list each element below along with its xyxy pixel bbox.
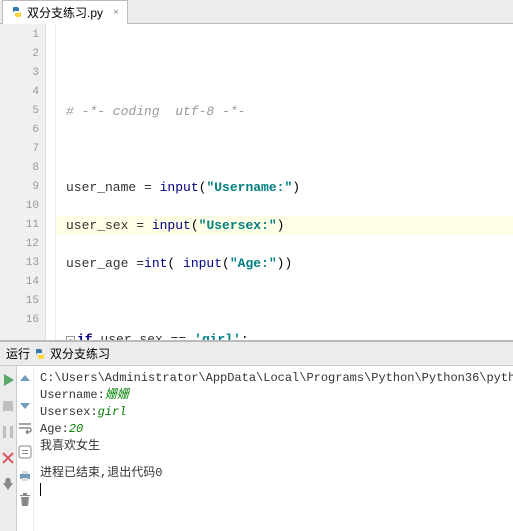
pin-icon[interactable] [0, 476, 16, 492]
down-arrow-icon[interactable] [17, 396, 33, 412]
delete-icon[interactable] [17, 492, 33, 508]
line-number-gutter: 1 2 3 4 5 6 7 8 9 10 11 12 13 14 15 16 [0, 24, 46, 340]
line-number: 10 [0, 197, 39, 216]
line-number: 11 [0, 216, 39, 235]
console-output[interactable]: C:\Users\Administrator\AppData\Local\Pro… [34, 366, 513, 531]
run-label: 运行 [6, 345, 30, 362]
up-arrow-icon[interactable] [17, 372, 33, 388]
python-icon [34, 348, 46, 360]
line-number: 8 [0, 159, 39, 178]
line-number: 1 [0, 26, 39, 45]
console-prompt: Usersex: [40, 405, 98, 419]
run-toolbar-primary [0, 366, 17, 531]
console-user-input: 姗姗 [105, 388, 129, 402]
pause-icon[interactable] [0, 424, 16, 440]
run-toolbar-secondary [17, 366, 34, 531]
tab-filename: 双分支练习.py [27, 4, 103, 21]
console-stdout: 我喜欢女生 [40, 438, 513, 455]
tab-close-icon[interactable]: × [113, 7, 119, 18]
soft-wrap-icon[interactable] [17, 420, 33, 436]
run-tool-window: 运行 双分支练习 C:\Users\Administrator\AppData\… [0, 340, 513, 531]
console-interpreter-path: C:\Users\Administrator\AppData\Local\Pro… [40, 370, 513, 387]
console-prompt: Username: [40, 388, 105, 402]
console-cursor [40, 483, 41, 496]
line-number: 4 [0, 83, 39, 102]
fold-collapse-icon[interactable]: - [66, 336, 75, 340]
line-number: 2 [0, 45, 39, 64]
run-panel-header: 运行 双分支练习 [0, 342, 513, 366]
print-icon[interactable] [17, 468, 33, 484]
line-number: 7 [0, 140, 39, 159]
code-area[interactable]: # -*- coding utf-8 -*- user_name = input… [56, 24, 513, 340]
line-number: 6 [0, 121, 39, 140]
python-file-icon [11, 6, 23, 18]
tab-bar: 双分支练习.py × [0, 0, 513, 24]
console-user-input: girl [98, 405, 127, 419]
line-number: 3 [0, 64, 39, 83]
code-comment: # -*- coding utf-8 -*- [66, 104, 245, 119]
console-exit-message: 进程已结束,退出代码0 [40, 465, 513, 482]
run-icon[interactable] [0, 372, 16, 388]
console-user-input: 20 [69, 422, 83, 436]
line-number: 14 [0, 273, 39, 292]
line-number: 13 [0, 254, 39, 273]
file-tab[interactable]: 双分支练习.py × [2, 0, 128, 24]
scroll-to-end-icon[interactable] [17, 444, 33, 460]
line-number: 15 [0, 292, 39, 311]
line-number: 16 [0, 311, 39, 330]
console-prompt: Age: [40, 422, 69, 436]
close-icon[interactable] [0, 450, 16, 466]
fold-gutter [46, 24, 56, 340]
code-editor[interactable]: 1 2 3 4 5 6 7 8 9 10 11 12 13 14 15 16 #… [0, 24, 513, 340]
line-number: 12 [0, 235, 39, 254]
run-config-name: 双分支练习 [50, 345, 110, 362]
line-number: 5 [0, 102, 39, 121]
stop-icon[interactable] [0, 398, 16, 414]
line-number: 9 [0, 178, 39, 197]
